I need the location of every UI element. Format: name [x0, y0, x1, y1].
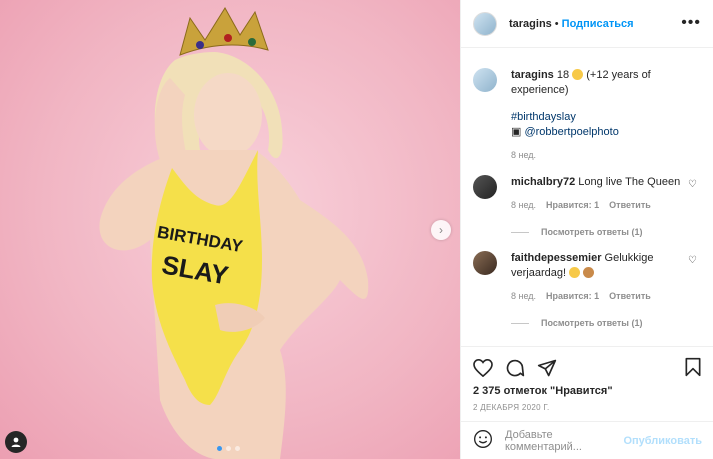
reply-button[interactable]: Ответить — [609, 198, 651, 213]
caption: taragins 18 (+12 years of experience) #b… — [473, 68, 701, 163]
comment-username[interactable]: michalbry72 — [511, 176, 575, 188]
smiling-face-emoji-icon — [572, 69, 584, 80]
add-comment-bar: Добавьте комментарий... Опубликовать — [461, 421, 713, 459]
avatar[interactable] — [473, 251, 497, 275]
view-replies-button[interactable]: Посмотреть ответы (1) — [511, 227, 701, 237]
author-avatar[interactable] — [473, 11, 497, 36]
view-replies-label: Посмотреть ответы (1) — [541, 318, 643, 328]
comment-item: faithdepessemier Gelukkige verjaardag! 8… — [473, 251, 701, 304]
comment-username[interactable]: faithdepessemier — [511, 252, 601, 264]
post-actions: 2 375 отметок "Нравится" 2 ДЕКАБРЯ 2020 … — [461, 346, 713, 459]
caption-hashtag[interactable]: #birthdayslay — [511, 111, 576, 123]
likes-count[interactable]: 2 375 отметок "Нравится" — [461, 383, 713, 399]
smiling-face-emoji-icon — [569, 267, 581, 278]
photo-figure: BIRTHDAY SLAY — [99, 7, 369, 459]
carousel-dot-active — [217, 446, 222, 451]
user-tag-icon — [11, 437, 21, 447]
caption-username[interactable]: taragins — [511, 69, 554, 81]
post-side-panel: taragins • Подписаться ••• taragins 18 (… — [460, 0, 713, 459]
carousel-indicator — [217, 446, 240, 451]
author-username[interactable]: taragins — [509, 18, 552, 30]
comment-likes[interactable]: Нравится: 1 — [546, 289, 599, 304]
comment-input[interactable]: Добавьте комментарий... — [505, 429, 623, 453]
comment-likes[interactable]: Нравится: 1 — [546, 198, 599, 213]
reply-button[interactable]: Ответить — [609, 289, 651, 304]
avatar[interactable] — [473, 68, 497, 92]
comment-item: michalbry72 Long live The Queen 8 нед. Н… — [473, 175, 701, 213]
heart-icon[interactable] — [473, 358, 493, 380]
comment-icon[interactable] — [505, 358, 525, 381]
caption-text: 18 — [556, 69, 570, 81]
share-icon[interactable] — [537, 358, 557, 381]
post-date[interactable]: 2 ДЕКАБРЯ 2020 Г. — [461, 399, 713, 416]
follow-button[interactable]: Подписаться — [562, 18, 634, 30]
view-replies-button[interactable]: Посмотреть ответы (1) — [511, 318, 701, 328]
replies-divider — [511, 322, 529, 324]
post-header: taragins • Подписаться ••• — [461, 0, 713, 48]
comments-list: taragins 18 (+12 years of experience) #b… — [461, 48, 713, 348]
cake-emoji-icon — [583, 267, 595, 278]
comment-like-heart-icon[interactable]: ♡ — [688, 255, 697, 266]
caption-time[interactable]: 8 нед. — [511, 148, 536, 163]
user-tag-button[interactable] — [5, 431, 27, 453]
bookmark-icon[interactable] — [684, 357, 702, 380]
view-replies-label: Посмотреть ответы (1) — [541, 227, 643, 237]
caption-mention[interactable]: @robbertpoelphoto — [524, 126, 618, 138]
camera-emoji-icon: ▣ — [511, 126, 522, 138]
header-separator: • — [554, 17, 559, 30]
next-photo-button[interactable]: › — [431, 220, 451, 240]
comment-like-heart-icon[interactable]: ♡ — [688, 179, 697, 190]
publish-button[interactable]: Опубликовать — [623, 435, 702, 447]
carousel-dot — [235, 446, 240, 451]
comment-time[interactable]: 8 нед. — [511, 289, 536, 304]
more-icon[interactable]: ••• — [681, 14, 701, 32]
comment-time[interactable]: 8 нед. — [511, 198, 536, 213]
post-dialog: BIRTHDAY SLAY › taragins • Подписаться •… — [0, 0, 713, 459]
smiley-icon[interactable] — [473, 429, 493, 452]
avatar[interactable] — [473, 175, 497, 199]
carousel-dot — [226, 446, 231, 451]
chevron-right-icon: › — [439, 223, 443, 237]
post-photo[interactable]: BIRTHDAY SLAY › — [0, 0, 460, 459]
comment-text: Long live The Queen — [578, 176, 681, 188]
replies-divider — [511, 231, 529, 233]
